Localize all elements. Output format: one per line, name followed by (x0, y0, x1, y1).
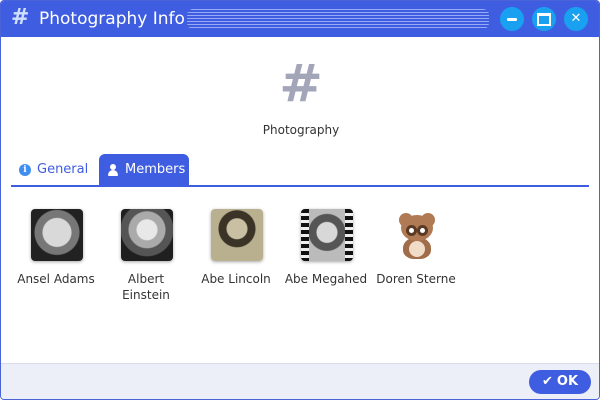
title-bar-grip[interactable] (187, 9, 489, 29)
member-item[interactable]: Abe Megahed (283, 207, 369, 307)
maximize-button[interactable] (532, 7, 556, 31)
ok-label: OK (556, 374, 579, 389)
avatar (211, 209, 263, 261)
member-item[interactable]: Albert Einstein (103, 207, 189, 307)
member-item[interactable]: Doren Sterne (373, 207, 459, 307)
member-name: Ansel Adams (17, 272, 95, 286)
film-strip-left (301, 209, 309, 261)
tab-underline (11, 185, 589, 187)
user-icon (107, 164, 119, 176)
film-avatar (301, 209, 353, 261)
check-icon: ✔ (541, 374, 553, 389)
minimize-button[interactable] (500, 7, 524, 31)
member-item[interactable]: Ansel Adams (13, 207, 99, 307)
avatar (121, 209, 173, 261)
info-icon: i (19, 164, 31, 176)
minimize-icon (507, 17, 517, 21)
avatar (31, 209, 83, 261)
bear-belly (409, 241, 425, 257)
info-dialog: # Photography Info ✕ # Photography i Gen… (0, 0, 600, 400)
tab-members[interactable]: Members (99, 154, 189, 186)
ok-button[interactable]: ✔ OK (529, 370, 591, 394)
bear-head (401, 215, 433, 241)
hash-icon: # (11, 5, 30, 30)
window-title: Photography Info (39, 9, 185, 29)
close-icon: ✕ (570, 11, 582, 26)
teddy-bear-icon (391, 209, 443, 261)
member-item[interactable]: Abe Lincoln (193, 207, 279, 307)
bear-eye-right (417, 225, 428, 236)
member-name: Abe Megahed (284, 272, 368, 286)
group-name: Photography (262, 123, 340, 137)
tab-general[interactable]: i General (13, 154, 97, 186)
group-hash-icon: # (279, 54, 323, 114)
film-strip-right (345, 209, 353, 261)
close-button[interactable]: ✕ (564, 7, 588, 31)
tab-general-label: General (37, 162, 89, 177)
title-bar[interactable]: # Photography Info ✕ (1, 1, 599, 37)
member-name: Albert Einstein (122, 272, 170, 302)
member-name: Abe Lincoln (201, 272, 271, 286)
member-name: Doren Sterne (376, 272, 456, 286)
dialog-footer (1, 363, 599, 399)
bear-eye-left (406, 225, 417, 236)
tab-members-label: Members (125, 162, 186, 177)
maximize-icon (537, 12, 551, 26)
